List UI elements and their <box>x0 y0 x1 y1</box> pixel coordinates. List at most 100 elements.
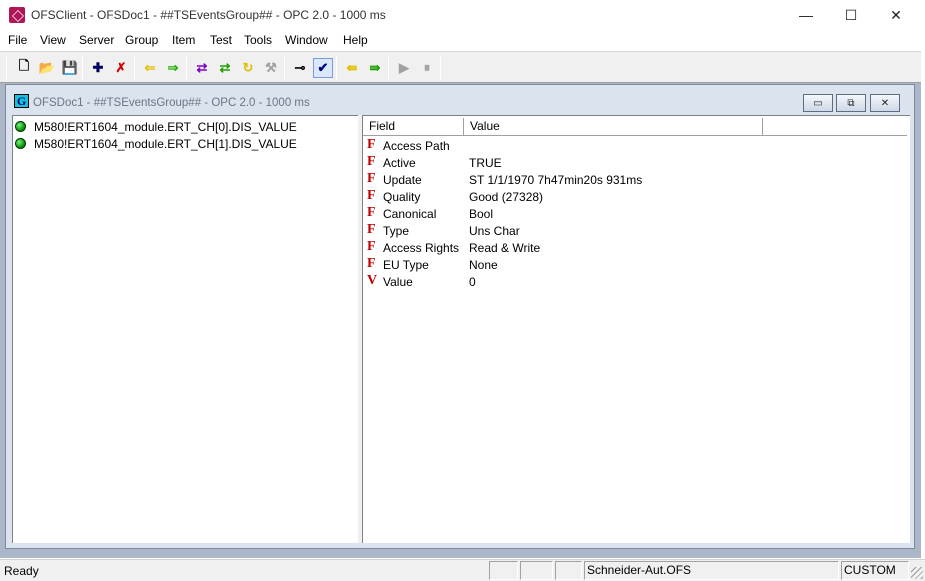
toolbar-separator <box>388 56 389 80</box>
status-server: Schneider-Aut.OFS <box>584 561 839 580</box>
close-button[interactable]: ✕ <box>873 0 919 30</box>
property-field: Active <box>383 156 416 170</box>
field-f-icon: F <box>367 137 376 152</box>
new-file-icon[interactable]: 🗋 <box>14 58 34 78</box>
property-field: Update <box>383 173 422 187</box>
save-icon[interactable]: 💾 <box>60 58 80 78</box>
tree-item[interactable]: M580!ERT1604_module.ERT_CH[0].DIS_VALUE <box>15 118 297 135</box>
document-close-button[interactable]: ✕ <box>870 94 900 112</box>
remove-icon[interactable]: ✗ <box>111 58 131 78</box>
property-field: Value <box>383 275 413 289</box>
pause-icon: ⏸ <box>423 60 431 75</box>
add-icon[interactable]: ✚ <box>88 58 108 78</box>
title-bar: OFSClient - OFSDoc1 - ##TSEventsGroup## … <box>0 0 925 30</box>
app-icon[interactable] <box>9 7 25 23</box>
property-row[interactable]: F Canonical Bool <box>363 205 903 222</box>
connect-icon[interactable]: ⊸ <box>290 58 310 78</box>
tree-item[interactable]: M580!ERT1604_module.ERT_CH[1].DIS_VALUE <box>15 135 297 152</box>
menu-help[interactable]: Help <box>343 33 368 47</box>
toolbar-separator <box>82 56 83 80</box>
arrow-left-yellow-icon[interactable]: ⇐ <box>140 58 160 78</box>
document-window: G OFSDoc1 - ##TSEventsGroup## - OPC 2.0 … <box>5 84 915 549</box>
property-row[interactable]: F Active TRUE <box>363 154 903 171</box>
status-mode: CUSTOM <box>841 561 909 580</box>
column-header-empty[interactable] <box>763 118 907 136</box>
read-icon[interactable]: ⇚ <box>342 58 362 78</box>
status-green-dot-icon <box>15 121 26 132</box>
menu-group[interactable]: Group <box>125 33 158 47</box>
status-cell <box>489 561 518 580</box>
refresh-icon[interactable]: ↻ <box>238 58 258 78</box>
swap-green-icon[interactable]: ⇄ <box>215 58 235 78</box>
properties-header: Field Value <box>363 118 909 136</box>
property-field: EU Type <box>383 258 429 272</box>
toolbar-separator <box>284 56 285 80</box>
menu-item[interactable]: Item <box>172 33 195 47</box>
maximize-button[interactable]: ☐ <box>828 0 874 30</box>
document-title-bar: G OFSDoc1 - ##TSEventsGroup## - OPC 2.0 … <box>6 85 914 113</box>
property-row[interactable]: F Type Uns Char <box>363 222 903 239</box>
value-v-icon: V <box>367 273 378 288</box>
property-value: None <box>469 258 498 272</box>
disabled-tool-icon: ⚒ <box>265 60 277 75</box>
menu-file[interactable]: File <box>8 33 27 47</box>
resize-grip-icon[interactable] <box>911 567 923 579</box>
field-f-icon: F <box>367 239 376 254</box>
property-row[interactable]: F EU Type None <box>363 256 903 273</box>
properties-pane: Field Value F Access Path F Active TRUE … <box>362 115 910 543</box>
column-header-field[interactable]: Field <box>363 118 464 136</box>
swap-purple-icon[interactable]: ⇄ <box>192 58 212 78</box>
property-value: Good (27328) <box>469 190 544 204</box>
arrow-right-green-icon[interactable]: ⇒ <box>163 58 183 78</box>
document-minimize-button[interactable]: ▭ <box>803 94 833 112</box>
check-icon[interactable]: ✔ <box>313 58 333 78</box>
menu-tools[interactable]: Tools <box>244 33 272 47</box>
property-value: 0 <box>469 275 476 289</box>
menu-bar: File View Server Group Item Test Tools W… <box>0 30 925 50</box>
property-row[interactable]: F Access Path <box>363 137 903 154</box>
tree-item-label: M580!ERT1604_module.ERT_CH[1].DIS_VALUE <box>34 136 297 151</box>
field-f-icon: F <box>367 205 376 220</box>
property-row[interactable]: F Access Rights Read & Write <box>363 239 903 256</box>
property-field: Access Path <box>383 139 450 153</box>
toolbar-separator <box>6 56 7 80</box>
toolbar-separator <box>336 56 337 80</box>
field-f-icon: F <box>367 154 376 169</box>
menu-window[interactable]: Window <box>285 33 328 47</box>
property-row[interactable]: V Value 0 <box>363 273 903 290</box>
document-title: OFSDoc1 - ##TSEventsGroup## - OPC 2.0 - … <box>33 97 310 109</box>
property-row[interactable]: F Quality Good (27328) <box>363 188 903 205</box>
toolbar-separator <box>186 56 187 80</box>
group-g-icon: G <box>14 94 29 108</box>
open-folder-icon[interactable]: 📂 <box>37 58 57 78</box>
status-ready: Ready <box>4 564 39 578</box>
field-f-icon: F <box>367 256 376 271</box>
property-value: Read & Write <box>469 241 541 255</box>
field-f-icon: F <box>367 171 376 186</box>
menu-view[interactable]: View <box>40 33 66 47</box>
property-field: Quality <box>383 190 421 204</box>
window-title: OFSClient - OFSDoc1 - ##TSEventsGroup## … <box>31 8 386 22</box>
minimize-button[interactable]: — <box>783 0 829 30</box>
toolbar-separator <box>134 56 135 80</box>
property-field: Canonical <box>383 207 437 221</box>
field-f-icon: F <box>367 222 376 237</box>
menu-test[interactable]: Test <box>210 33 232 47</box>
tree-item-label: M580!ERT1604_module.ERT_CH[0].DIS_VALUE <box>34 119 297 134</box>
document-restore-button[interactable]: ⧉ <box>836 94 866 112</box>
status-cell <box>520 561 553 580</box>
field-f-icon: F <box>367 188 376 203</box>
write-icon[interactable]: ⇛ <box>365 58 385 78</box>
property-value: TRUE <box>469 156 502 170</box>
column-header-value[interactable]: Value <box>464 118 763 136</box>
menu-server[interactable]: Server <box>79 33 114 47</box>
toolbar: 🗋 📂 💾 ✚ ✗ ⇐ ⇒ ⇄ ⇄ ↻ ⚒ ⊸ ✔ ⇚ ⇛ ▶ ⏸ <box>0 51 921 83</box>
property-field: Access Rights <box>383 241 460 255</box>
toolbar-separator <box>440 56 441 80</box>
mdi-workspace: G OFSDoc1 - ##TSEventsGroup## - OPC 2.0 … <box>0 83 921 558</box>
item-tree-pane: M580!ERT1604_module.ERT_CH[0].DIS_VALUE … <box>12 115 358 543</box>
property-value: Bool <box>469 207 494 221</box>
property-row[interactable]: F Update ST 1/1/1970 7h47min20s 931ms <box>363 171 903 188</box>
play-icon: ▶ <box>399 60 409 75</box>
status-bar: Ready Schneider-Aut.OFS CUSTOM <box>0 559 925 581</box>
